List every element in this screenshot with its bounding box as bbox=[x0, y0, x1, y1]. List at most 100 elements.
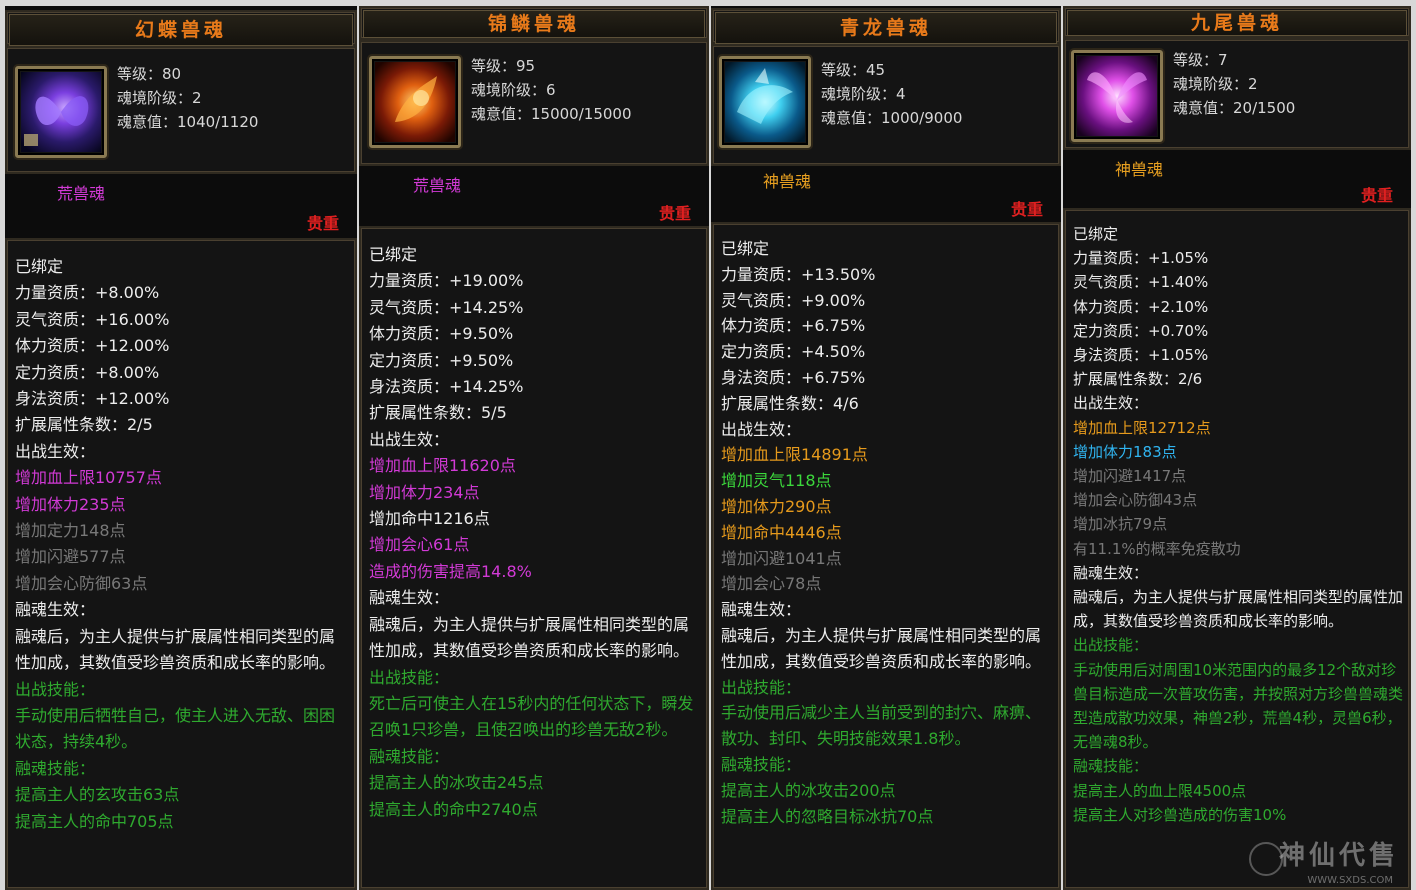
attr-row: 定力资质：+0.70% bbox=[1073, 321, 1209, 340]
bound-label: 已绑定 bbox=[1073, 225, 1119, 243]
bound-label: 已绑定 bbox=[15, 257, 64, 276]
attr-list: 已绑定 力量资质：+8.00% 灵气资质：+16.00% 体力资质：+12.00… bbox=[15, 254, 349, 835]
bound-label: 已绑定 bbox=[369, 245, 418, 264]
level-text: 等级：7 bbox=[1173, 51, 1228, 69]
attr-box: 已绑定 力量资质：+13.50% 灵气资质：+9.00% 体力资质：+6.75%… bbox=[711, 222, 1061, 890]
realm-text: 魂境阶级：2 bbox=[117, 89, 202, 107]
attr-row: 体力资质：+2.10% bbox=[1073, 297, 1209, 316]
attr-row: 力量资质：+13.50% bbox=[721, 264, 876, 284]
attr-row: 定力资质：+9.50% bbox=[369, 350, 514, 370]
soul-panel-1: 幻蝶兽魂 等级：80 魂境阶级：2 魂意值：1040/1120 荒兽魂 贵重 已… bbox=[5, 6, 357, 890]
battle-row: 增加闪避1041点 bbox=[721, 548, 842, 568]
attr-row: 体力资质：+9.50% bbox=[369, 324, 514, 344]
battle-row: 增加血上限11620点 bbox=[369, 456, 516, 476]
attr-row: 定力资质：+8.00% bbox=[15, 362, 160, 382]
battle-row: 增加闪避577点 bbox=[15, 547, 126, 567]
skill-label: 出战技能： bbox=[721, 677, 802, 697]
title-box: 九尾兽魂 bbox=[1063, 6, 1411, 38]
attr-row: 定力资质：+4.50% bbox=[721, 342, 866, 362]
attr-list: 已绑定 力量资质：+1.05% 灵气资质：+1.40% 体力资质：+2.10% … bbox=[1073, 222, 1403, 827]
attr-row: 力量资质：+1.05% bbox=[1073, 249, 1209, 268]
battle-row: 增加血上限10757点 bbox=[15, 468, 162, 488]
attr-row: 力量资质：+8.00% bbox=[15, 283, 160, 303]
title-box: 幻蝶兽魂 bbox=[5, 10, 357, 46]
header-info: 等级：45 魂境阶级：4 魂意值：1000/9000 bbox=[821, 58, 962, 130]
soul-text: 魂意值：1000/9000 bbox=[821, 109, 963, 127]
level-text: 等级：45 bbox=[821, 61, 886, 79]
fuse-desc: 融魂后，为主人提供与扩展属性相同类型的属性加成，其数值受珍兽资质和成长率的影响。 bbox=[1073, 588, 1403, 631]
skill-desc: 死亡后可使主人在15秒内的任何状态下，瞬发召唤1只珍兽，且使召唤出的珍兽无敌2秒… bbox=[369, 693, 694, 740]
battle-row: 造成的伤害提高14.8% bbox=[369, 561, 532, 581]
nine-tail-fox-icon[interactable] bbox=[1071, 50, 1163, 142]
fuse-desc: 融魂后，为主人提供与扩展属性相同类型的属性加成，其数值受珍兽资质和成长率的影响。 bbox=[15, 626, 336, 673]
fuse-label: 融魂生效： bbox=[1073, 563, 1149, 582]
fuse-skill-label: 融魂技能： bbox=[369, 746, 450, 766]
battle-row: 增加会心防御63点 bbox=[15, 573, 148, 593]
level-text: 等级：95 bbox=[471, 57, 536, 75]
rarity-label: 贵重 bbox=[306, 214, 339, 233]
attr-row: 灵气资质：+9.00% bbox=[721, 290, 866, 310]
battle-row: 增加冰抗79点 bbox=[1073, 515, 1168, 534]
attr-box: 已绑定 力量资质：+1.05% 灵气资质：+1.40% 体力资质：+2.10% … bbox=[1063, 208, 1411, 890]
battle-label: 出战生效： bbox=[1073, 394, 1149, 413]
battle-row: 增加定力148点 bbox=[15, 521, 126, 541]
rarity-label: 贵重 bbox=[658, 204, 691, 223]
fire-fish-icon[interactable] bbox=[369, 56, 461, 148]
battle-row: 增加会心78点 bbox=[721, 574, 822, 594]
attr-row: 身法资质：+6.75% bbox=[721, 367, 866, 387]
fuse-skill-label: 融魂技能： bbox=[15, 758, 96, 778]
fuse-desc: 融魂后，为主人提供与扩展属性相同类型的属性加成，其数值受珍兽资质和成长率的影响。 bbox=[369, 614, 690, 661]
attr-row: 扩展属性条数：2/5 bbox=[15, 415, 153, 435]
panel-title: 锦鳞兽魂 bbox=[363, 10, 705, 38]
battle-row: 增加体力234点 bbox=[369, 482, 480, 502]
header-info: 等级：7 魂境阶级：2 魂意值：20/1500 bbox=[1173, 48, 1295, 120]
fuse-label: 融魂生效： bbox=[15, 600, 96, 620]
watermark-seal-icon bbox=[1249, 842, 1283, 876]
fuse-skill-row: 提高主人的忽略目标冰抗70点 bbox=[721, 806, 934, 826]
skill-desc: 手动使用后减少主人当前受到的封穴、麻痹、散功、封印、失明技能效果1.8秒。 bbox=[721, 703, 1042, 749]
header-box: 等级：95 魂境阶级：6 魂意值：15000/15000 bbox=[359, 40, 709, 166]
skill-desc: 手动使用后对周围10米范围内的最多12个敌对珍兽目标造成一次普攻伤害，并按照对方… bbox=[1073, 660, 1403, 752]
battle-row: 增加体力183点 bbox=[1073, 442, 1177, 461]
dragon-icon[interactable] bbox=[719, 56, 811, 148]
fuse-skill-label: 融魂技能： bbox=[721, 754, 802, 774]
realm-text: 魂境阶级：6 bbox=[471, 81, 556, 99]
attr-row: 身法资质：+14.25% bbox=[369, 377, 524, 397]
bound-label: 已绑定 bbox=[721, 239, 770, 258]
attr-row: 扩展属性条数：4/6 bbox=[721, 393, 859, 413]
attr-box: 已绑定 力量资质：+19.00% 灵气资质：+14.25% 体力资质：+9.50… bbox=[359, 226, 709, 890]
attr-row: 灵气资质：+14.25% bbox=[369, 297, 524, 317]
battle-row: 增加体力290点 bbox=[721, 496, 832, 516]
soul-panel-2: 锦鳞兽魂 等级：95 魂境阶级：6 魂意值：15000/15000 荒兽魂 贵重… bbox=[359, 6, 709, 890]
battle-row: 增加会心61点 bbox=[369, 535, 470, 555]
fuse-label: 融魂生效： bbox=[369, 588, 450, 608]
level-text: 等级：80 bbox=[117, 65, 182, 83]
attr-row: 扩展属性条数：5/5 bbox=[369, 403, 507, 423]
panel-title: 青龙兽魂 bbox=[715, 12, 1057, 44]
butterfly-icon[interactable] bbox=[15, 66, 107, 158]
soul-text: 魂意值：20/1500 bbox=[1173, 99, 1296, 117]
attr-box: 已绑定 力量资质：+8.00% 灵气资质：+16.00% 体力资质：+12.00… bbox=[5, 238, 357, 890]
header-box: 等级：45 魂境阶级：4 魂意值：1000/9000 bbox=[711, 44, 1061, 166]
header-box: 等级：7 魂境阶级：2 魂意值：20/1500 bbox=[1063, 38, 1411, 150]
battle-row: 增加灵气118点 bbox=[721, 471, 832, 491]
battle-row: 增加会心防御43点 bbox=[1073, 491, 1198, 510]
attr-list: 已绑定 力量资质：+19.00% 灵气资质：+14.25% 体力资质：+9.50… bbox=[369, 242, 701, 823]
panel-title: 九尾兽魂 bbox=[1067, 10, 1407, 36]
realm-text: 魂境阶级：4 bbox=[821, 85, 906, 103]
skill-desc: 手动使用后牺牲自己，使主人进入无敌、困困状态，持续4秒。 bbox=[15, 705, 336, 752]
battle-label: 出战生效： bbox=[721, 419, 802, 439]
fuse-skill-row: 提高主人的冰攻击200点 bbox=[721, 780, 896, 800]
attr-row: 身法资质：+1.05% bbox=[1073, 346, 1209, 365]
fuse-skill-row: 提高主人的血上限4500点 bbox=[1073, 781, 1247, 800]
skill-label: 出战技能： bbox=[15, 679, 96, 699]
battle-row: 有11.1%的概率免疫散功 bbox=[1073, 539, 1241, 558]
battle-row: 增加血上限14891点 bbox=[721, 445, 868, 465]
panel-title: 幻蝶兽魂 bbox=[9, 14, 353, 46]
fuse-skill-row: 提高主人的冰攻击245点 bbox=[369, 773, 544, 793]
attr-row: 体力资质：+12.00% bbox=[15, 336, 170, 356]
attr-list: 已绑定 力量资质：+13.50% 灵气资质：+9.00% 体力资质：+6.75%… bbox=[721, 236, 1053, 829]
soul-type: 神兽魂 bbox=[1115, 160, 1164, 179]
battle-row: 增加血上限12712点 bbox=[1073, 418, 1211, 437]
watermark-text: 神仙代售 bbox=[1278, 841, 1399, 871]
